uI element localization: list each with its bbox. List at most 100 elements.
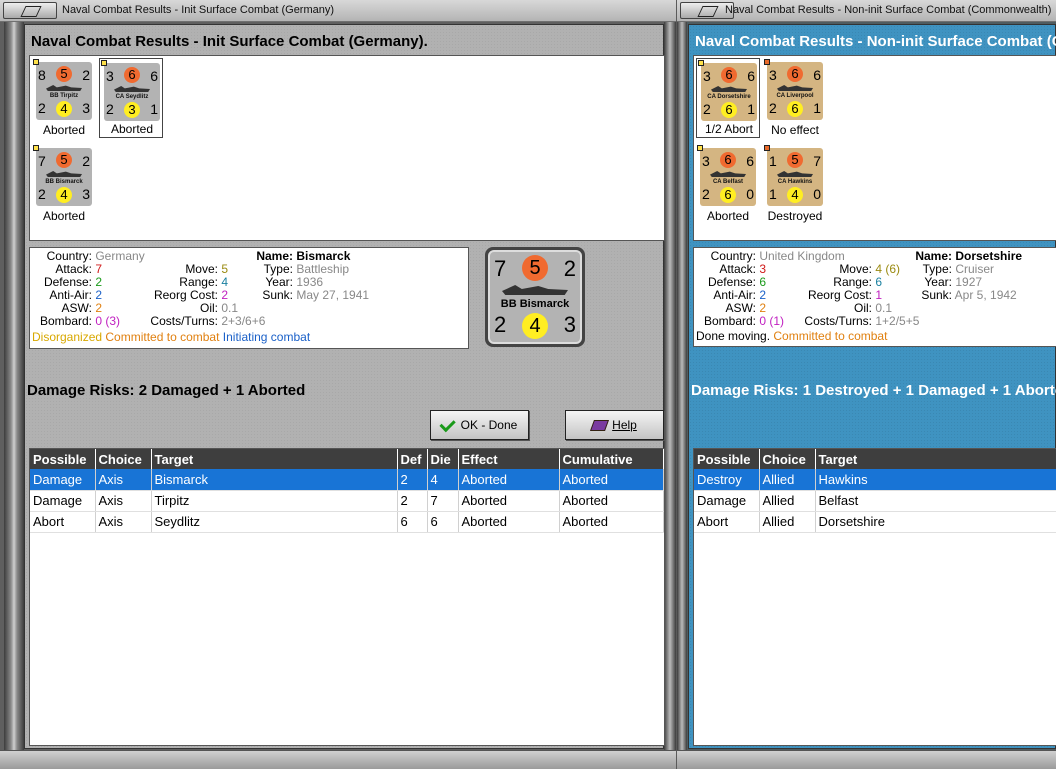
cell-die: 6 [427, 511, 459, 533]
big-counter-bottom-circle: 4 [522, 313, 548, 339]
counter-name: CA Belfast [712, 179, 744, 185]
status-disorganized: Disorganized [32, 330, 103, 344]
cell-possible: Damage [694, 490, 760, 512]
left-header: Naval Combat Results - Init Surface Comb… [31, 33, 428, 50]
cell-def: 6 [397, 511, 428, 533]
status-done-moving: Done moving. [696, 329, 771, 343]
cell-choice: Allied [759, 469, 816, 491]
col-effect[interactable]: Effect [458, 449, 560, 469]
unit-card-seydlitz[interactable]: 3 6 6 CA Seydlitz 2 3 1 Aborted [99, 58, 163, 138]
status-dot [698, 60, 704, 66]
col-choice[interactable]: Choice [759, 449, 816, 469]
cell-target: Belfast [815, 490, 1056, 512]
counter-bottom-right: 1 [813, 100, 821, 116]
unit-card-tirpitz[interactable]: 8 5 2 BB Tirpitz 2 4 3 Aborted [32, 58, 96, 137]
col-target[interactable]: Target [815, 449, 1056, 469]
counter-top-circle: 6 [721, 67, 737, 83]
cell-def: 2 [397, 469, 428, 491]
unit-card-belfast[interactable]: 3 6 6 CA Belfast 2 6 0 Aborted [696, 144, 760, 223]
cell-choice: Axis [95, 490, 152, 512]
costs-value: 1+2/5+5 [875, 314, 920, 328]
col-die[interactable]: Die [427, 449, 459, 469]
left-window-title: Naval Combat Results - Init Surface Comb… [62, 4, 335, 16]
cruiser-icon [777, 171, 813, 177]
counter-top-left: 1 [769, 153, 777, 169]
col-def[interactable]: Def [397, 449, 428, 469]
costs-value: 2+3/6+6 [221, 314, 266, 328]
unit-counter: 3 6 6 CA Dorsetshire 2 6 1 [698, 60, 757, 121]
cell-target: Hawkins [815, 469, 1056, 491]
right-titlebar[interactable]: Naval Combat Results - Non-init Surface … [677, 0, 1056, 22]
status-dot [33, 145, 39, 151]
counter-bottom-left: 2 [38, 186, 46, 202]
unit-card-liverpool[interactable]: 3 6 6 CA Liverpool 2 6 1 No effect [763, 58, 827, 137]
right-content: Naval Combat Results - Non-init Surface … [688, 24, 1056, 749]
unit-status: Aborted [42, 209, 86, 223]
help-button[interactable]: Help [565, 410, 664, 440]
counter-name: CA Hawkins [777, 179, 813, 185]
cell-target: Dorsetshire [815, 511, 1056, 533]
cell-cumulative: Aborted [559, 469, 664, 491]
move-value: 5 [221, 262, 229, 276]
unit-counter: 3 6 6 CA Belfast 2 6 0 [697, 145, 756, 206]
unit-card-bismarck[interactable]: 7 5 2 BB Bismarck 2 4 3 Aborted [32, 144, 96, 223]
big-counter-top-circle: 5 [522, 255, 548, 281]
right-window: Naval Combat Results - Non-init Surface … [677, 0, 1056, 769]
table-row[interactable]: Damage Axis Bismarck 2 4 Aborted Aborted [30, 469, 664, 491]
col-target[interactable]: Target [151, 449, 398, 469]
ok-done-button[interactable]: OK - Done [430, 410, 529, 440]
help-label: Help [612, 418, 637, 432]
col-possible[interactable]: Possible [694, 449, 760, 469]
col-possible[interactable]: Possible [30, 449, 96, 469]
unit-status: Destroyed [767, 209, 823, 223]
right-header: Naval Combat Results - Non-init Surface … [695, 33, 1056, 50]
table-row[interactable]: Destroy Allied Hawkins [694, 469, 1056, 491]
cell-die: 7 [427, 490, 459, 512]
big-counter-name: BB Bismarck [500, 298, 570, 310]
table-row[interactable]: Damage Axis Tirpitz 2 7 Aborted Aborted [30, 490, 664, 512]
unit-card-dorsetshire[interactable]: 3 6 6 CA Dorsetshire 2 6 1 1/2 Abort [696, 58, 760, 138]
cell-possible: Damage [30, 490, 96, 512]
col-cumulative[interactable]: Cumulative [559, 449, 664, 469]
col-choice[interactable]: Choice [95, 449, 152, 469]
reorg-value: 1 [875, 288, 883, 302]
counter-top-left: 8 [38, 67, 46, 83]
counter-top-circle: 5 [56, 66, 72, 82]
table-row[interactable]: Abort Axis Seydlitz 6 6 Aborted Aborted [30, 511, 664, 533]
counter-top-left: 7 [38, 153, 46, 169]
cell-choice: Axis [95, 511, 152, 533]
counter-top-circle: 5 [787, 152, 803, 168]
counter-top-circle: 6 [124, 67, 140, 83]
right-status-strip [677, 750, 1056, 769]
table-row[interactable]: Damage Allied Belfast [694, 490, 1056, 512]
window-menu-icon[interactable] [3, 2, 57, 19]
cell-die: 4 [427, 469, 459, 491]
counter-top-right: 6 [813, 67, 821, 83]
counter-bottom-right: 0 [813, 186, 821, 202]
cell-cumulative: Aborted [559, 511, 664, 533]
attack-value: 7 [95, 262, 103, 276]
counter-bottom-circle: 6 [720, 187, 736, 203]
table-row[interactable]: Abort Allied Dorsetshire [694, 511, 1056, 533]
move-value: 4 (6) [875, 262, 901, 276]
attack-value: 3 [759, 262, 767, 276]
cell-def: 2 [397, 490, 428, 512]
big-counter-top-left: 7 [494, 256, 507, 281]
counter-bottom-left: 2 [703, 101, 711, 117]
status-committed: Committed to combat [773, 329, 888, 343]
left-content: Naval Combat Results - Init Surface Comb… [24, 24, 665, 749]
counter-bottom-left: 1 [769, 186, 777, 202]
unit-card-hawkins[interactable]: 1 5 7 CA Hawkins 1 4 0 Destroyed [763, 144, 827, 223]
cell-target: Bismarck [151, 469, 398, 491]
cell-cumulative: Aborted [559, 490, 664, 512]
battleship-icon [46, 85, 82, 91]
left-titlebar[interactable]: Naval Combat Results - Init Surface Comb… [0, 0, 676, 22]
status-dot [101, 60, 107, 66]
right-unit-panel: 3 6 6 CA Dorsetshire 2 6 1 1/2 Abort 3 6… [693, 55, 1056, 241]
counter-bottom-circle: 4 [56, 101, 72, 117]
country-value: United Kingdom [759, 249, 845, 263]
sunk-label: Sunk: [262, 288, 293, 302]
counter-bottom-circle: 4 [787, 187, 803, 203]
cell-target: Tirpitz [151, 490, 398, 512]
counter-bottom-left: 2 [702, 186, 710, 202]
